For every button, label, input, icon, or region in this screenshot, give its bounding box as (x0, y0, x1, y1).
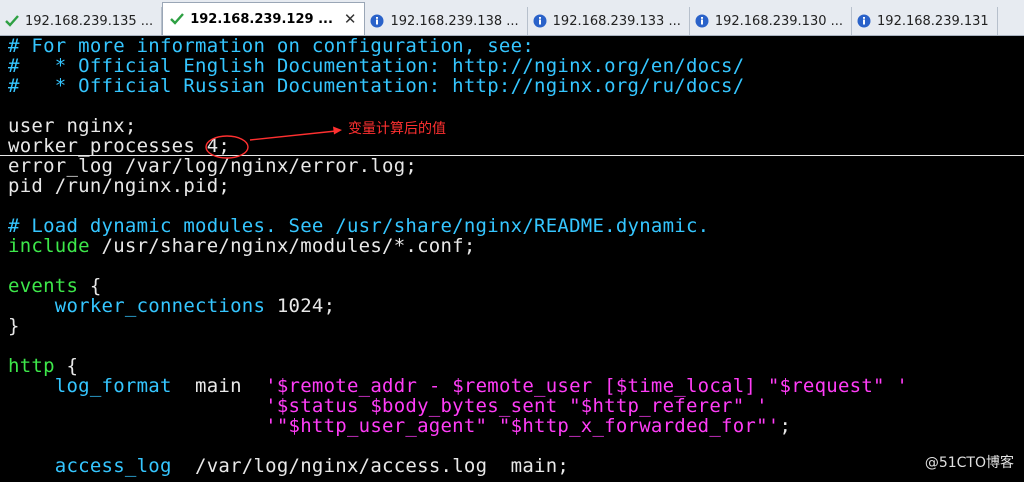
annotation-arrow (249, 130, 337, 141)
annotation-label: 变量计算后的值 (348, 121, 446, 137)
tab-label: 192.168.239.135 ... (25, 13, 154, 29)
tab-192-168-239-133[interactable]: 192.168.239.133 ... (528, 7, 690, 35)
tab-192-168-239-135[interactable]: 192.168.239.135 ... (0, 7, 163, 35)
close-icon[interactable]: ✕ (344, 10, 357, 28)
tab-label: 192.168.239.133 ... (552, 13, 681, 29)
annotation-arrow-head (333, 126, 342, 135)
tab-192-168-239-130[interactable]: 192.168.239.130 ... (690, 7, 853, 35)
session-tab-bar: 192.168.239.135 ... 192.168.239.129 ... … (0, 0, 1024, 36)
tab-label: 192.168.239.129 ... (190, 11, 333, 27)
info-icon (694, 13, 710, 29)
info-icon (856, 13, 872, 29)
tab-label: 192.168.239.138 ... (390, 13, 519, 29)
terminal-screen[interactable]: # For more information on configuration,… (0, 36, 1024, 482)
info-icon (532, 13, 548, 29)
highlight-circle (205, 135, 249, 159)
check-icon (169, 11, 185, 27)
info-icon (369, 13, 385, 29)
tab-192-168-239-129[interactable]: 192.168.239.129 ... ✕ (162, 2, 366, 35)
annotation-overlay (205, 126, 342, 159)
tab-192-168-239-131[interactable]: 192.168.239.131 (852, 7, 998, 35)
tab-192-168-239-138[interactable]: 192.168.239.138 ... (365, 7, 528, 35)
tab-label: 192.168.239.130 ... (714, 13, 844, 29)
watermark: @51CTO博客 (924, 455, 1014, 471)
check-icon (4, 13, 20, 29)
tab-label: 192.168.239.131 (877, 13, 989, 29)
